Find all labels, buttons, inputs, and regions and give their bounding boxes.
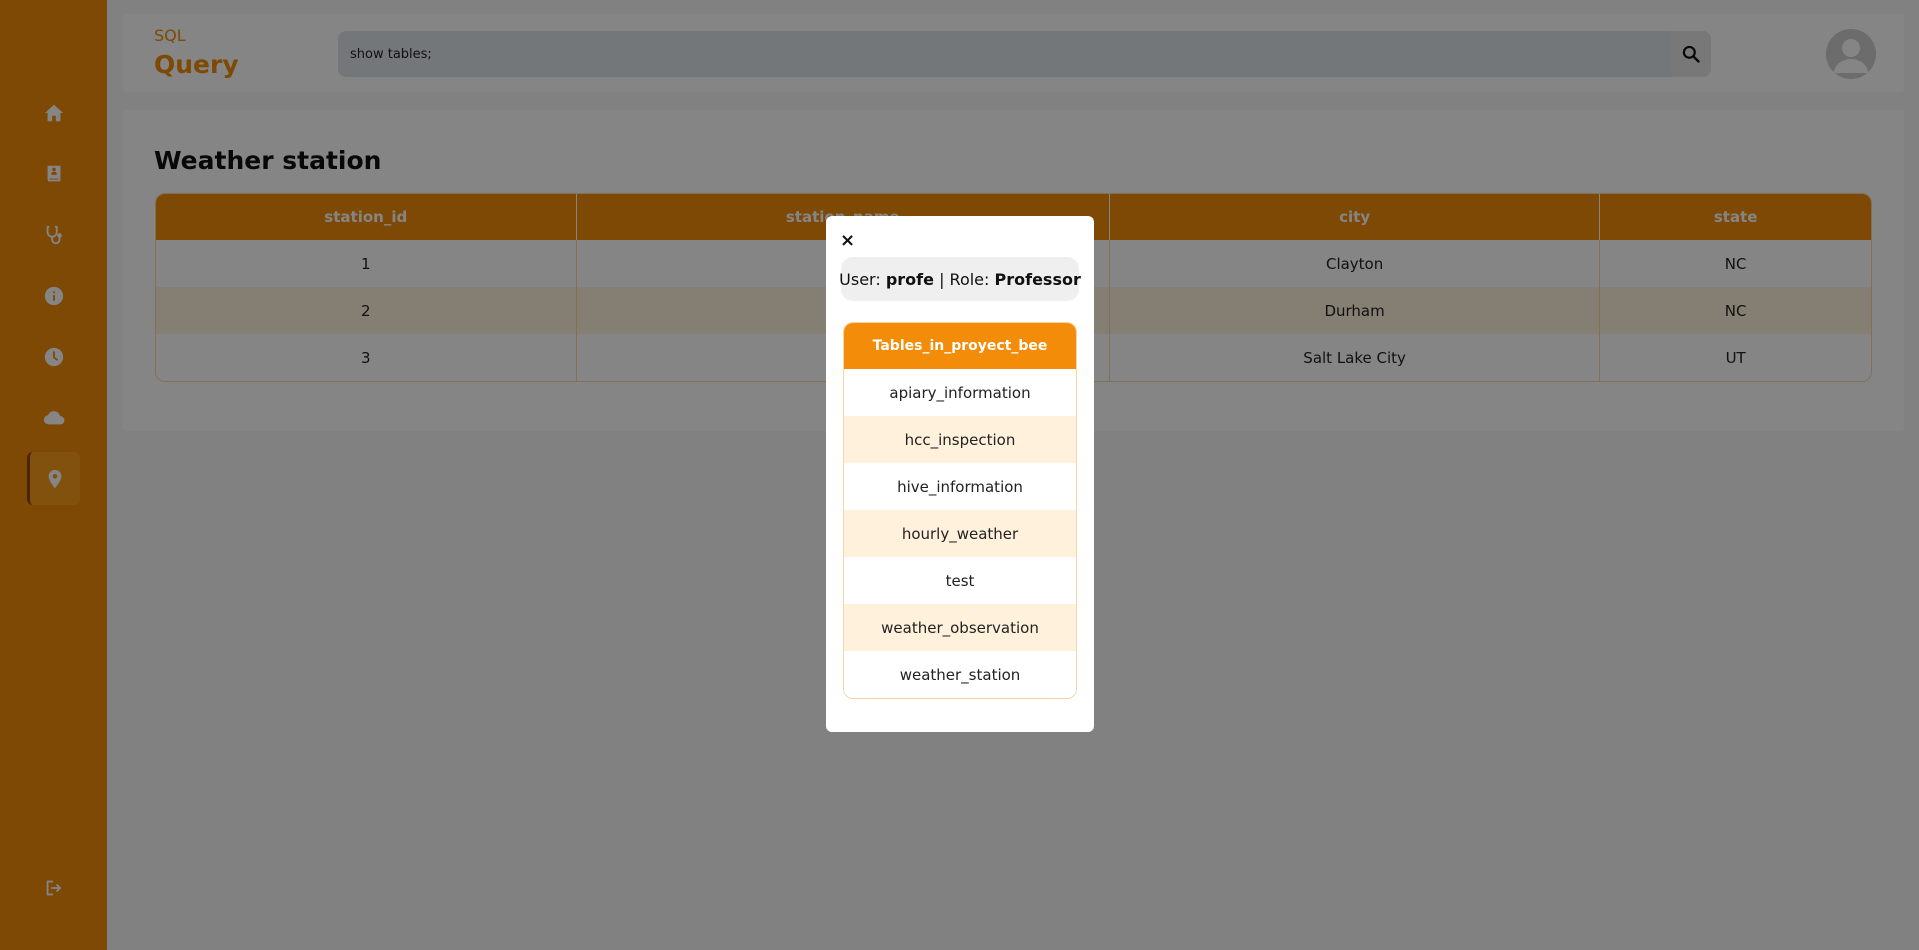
- user-role-badge: User: profe | Role: Professor: [839, 257, 1081, 301]
- tables-modal: × User: profe | Role: Professor Tables_i…: [826, 216, 1094, 732]
- list-item: hive_information: [844, 463, 1076, 510]
- tables-list-header: Tables_in_proyect_bee: [844, 323, 1076, 369]
- user-label: User:: [839, 269, 886, 289]
- list-item: apiary_information: [844, 369, 1076, 416]
- user-name: profe: [885, 269, 934, 289]
- tables-list: Tables_in_proyect_bee apiary_information…: [843, 322, 1077, 699]
- role-name: Professor: [994, 269, 1081, 289]
- list-item: hcc_inspection: [844, 416, 1076, 463]
- list-item: hourly_weather: [844, 510, 1076, 557]
- close-icon[interactable]: ×: [840, 232, 855, 250]
- list-item: weather_observation: [844, 604, 1076, 651]
- role-label: | Role:: [933, 269, 995, 289]
- list-item: weather_station: [844, 651, 1076, 698]
- list-item: test: [844, 557, 1076, 604]
